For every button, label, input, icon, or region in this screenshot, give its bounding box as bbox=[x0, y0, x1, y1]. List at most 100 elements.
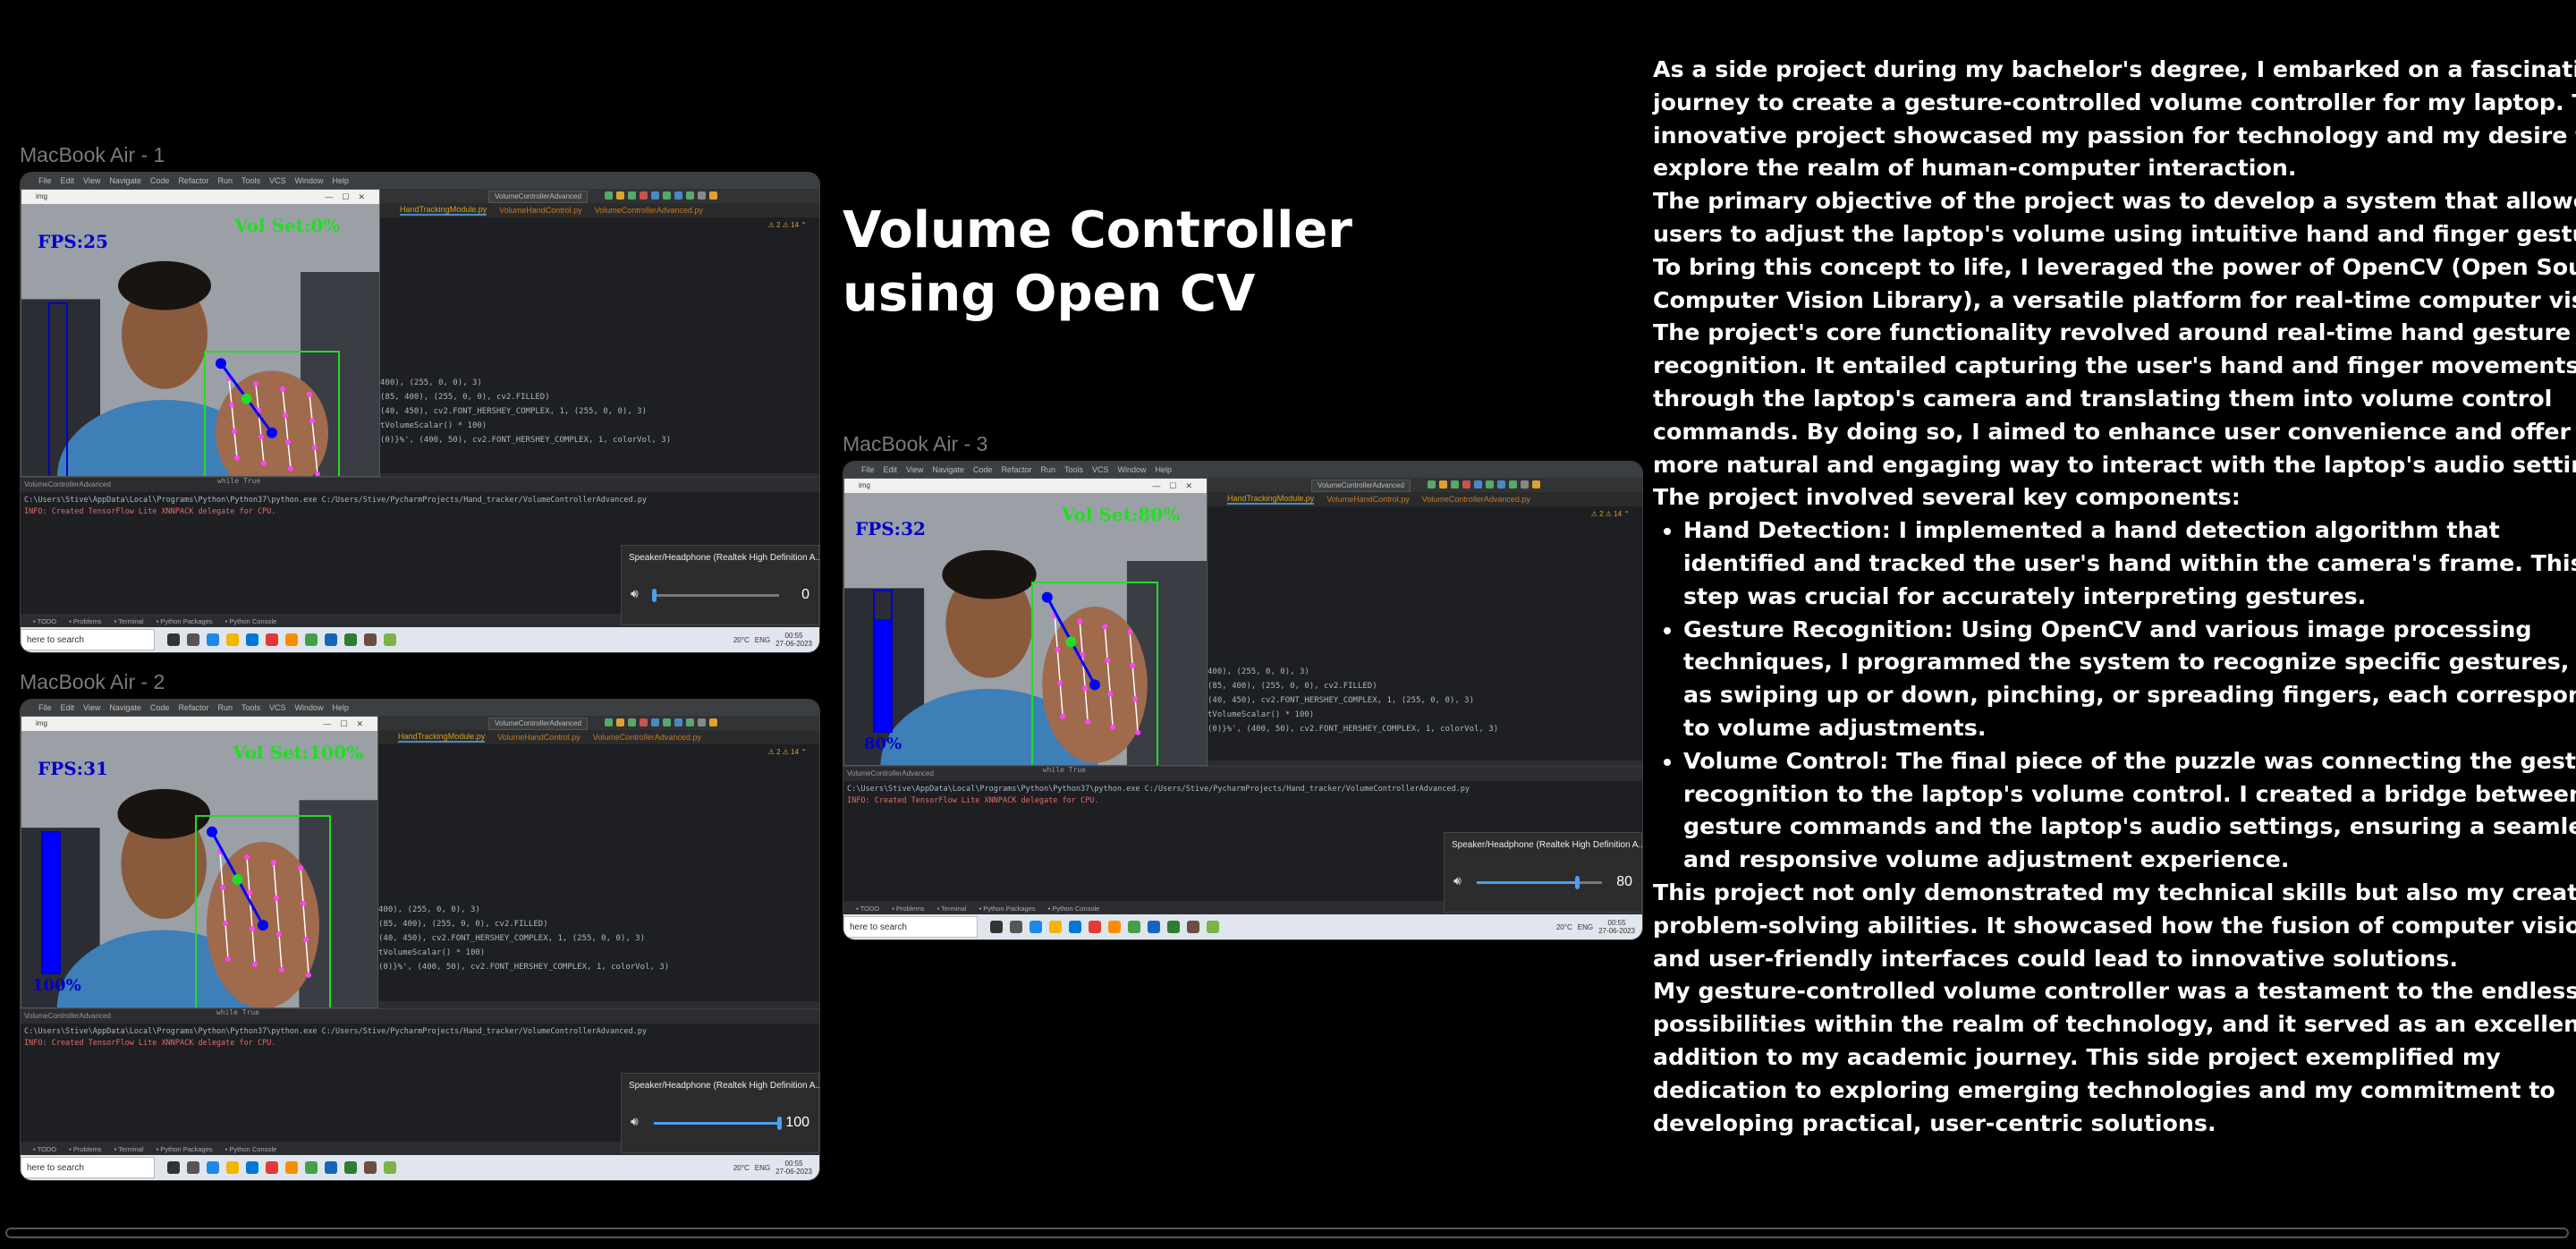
editor-tab[interactable]: VolumeControllerAdvanced.py bbox=[1422, 495, 1530, 504]
toolbar-action-icon[interactable] bbox=[1462, 480, 1470, 489]
menu-item[interactable]: Navigate bbox=[109, 703, 141, 712]
audio-device-name[interactable]: Speaker/Headphone (Realtek High Definiti… bbox=[629, 1081, 819, 1091]
tool-tab[interactable]: ▪ Terminal bbox=[114, 1145, 144, 1153]
volume-slider[interactable] bbox=[654, 1117, 782, 1130]
taskbar-app-icon[interactable] bbox=[246, 1161, 258, 1174]
run-tab[interactable]: VolumeControllerAdvanced bbox=[21, 478, 819, 492]
menu-item[interactable]: Run bbox=[217, 703, 233, 712]
toolbar-action-icon[interactable] bbox=[698, 191, 706, 200]
editor-tab[interactable]: VolumeHandControl.py bbox=[1326, 495, 1410, 504]
toolbar-action-icon[interactable] bbox=[1428, 480, 1436, 489]
language-indicator[interactable]: ENG bbox=[755, 1164, 770, 1172]
toolbar-action-icon[interactable] bbox=[1474, 480, 1482, 489]
camera-window-titlebar[interactable]: img —☐✕ bbox=[844, 479, 1207, 493]
tool-tab[interactable]: ▪ Python Console bbox=[1048, 905, 1100, 913]
taskbar-app-icon[interactable] bbox=[1148, 921, 1160, 933]
toolbar-action-icon[interactable] bbox=[628, 191, 636, 200]
tool-tab[interactable]: ▪ Problems bbox=[892, 905, 924, 913]
menu-item[interactable]: View bbox=[83, 176, 100, 185]
taskbar-app-icon[interactable] bbox=[187, 1161, 199, 1174]
menu-item[interactable]: Edit bbox=[884, 465, 898, 474]
language-indicator[interactable]: ENG bbox=[1578, 923, 1593, 931]
code-editor[interactable]: 400), (255, 0, 0), 3) (85, 400), (255, 0,… bbox=[1206, 506, 1642, 760]
weather-temperature[interactable]: 20°C bbox=[733, 636, 750, 644]
menu-item[interactable]: VCS bbox=[1092, 465, 1109, 474]
editor-tab[interactable]: HandTrackingModule.py bbox=[398, 732, 486, 743]
menu-item[interactable]: VCS bbox=[269, 703, 286, 712]
speaker-icon[interactable]: 🔊︎ bbox=[631, 587, 639, 601]
volume-slider-thumb[interactable] bbox=[777, 1117, 782, 1130]
toolbar-action-icon[interactable] bbox=[709, 191, 717, 200]
taskbar-app-icon[interactable] bbox=[285, 633, 298, 646]
window-controls[interactable]: —☐✕ bbox=[323, 717, 372, 731]
clock[interactable]: 00:55 27-06-2023 bbox=[775, 632, 812, 648]
toolbar-action-icon[interactable] bbox=[674, 718, 682, 726]
toolbar-action-icon[interactable] bbox=[1486, 480, 1494, 489]
tool-tab[interactable]: ▪ Python Packages bbox=[157, 617, 213, 625]
toolbar-action-icon[interactable] bbox=[640, 718, 648, 726]
menu-item[interactable]: File bbox=[38, 176, 52, 185]
menu-item[interactable]: Run bbox=[1040, 465, 1055, 474]
menu-item[interactable]: File bbox=[861, 465, 875, 474]
taskbar-app-icon[interactable] bbox=[1187, 921, 1199, 933]
run-config-select[interactable]: VolumeControllerAdvanced bbox=[488, 191, 588, 203]
taskbar-app-icon[interactable] bbox=[226, 633, 239, 646]
taskbar-app-icon[interactable] bbox=[384, 633, 396, 646]
toolbar-action-icon[interactable] bbox=[628, 718, 636, 726]
toolbar-action-icon[interactable] bbox=[663, 718, 671, 726]
menu-item[interactable]: Refactor bbox=[1001, 465, 1031, 474]
toolbar-action-icon[interactable] bbox=[698, 718, 706, 726]
camera-window-titlebar[interactable]: img —☐✕ bbox=[21, 190, 379, 204]
menu-item[interactable]: Tools bbox=[1064, 465, 1083, 474]
taskbar-search[interactable]: here to search bbox=[21, 629, 155, 650]
taskbar-app-icon[interactable] bbox=[1108, 921, 1121, 933]
taskbar-app-icon[interactable] bbox=[1089, 921, 1101, 933]
menu-item[interactable]: Help bbox=[333, 703, 350, 712]
volume-slider[interactable] bbox=[652, 589, 779, 602]
menu-item[interactable]: Tools bbox=[242, 703, 260, 712]
editor-tab[interactable]: VolumeHandControl.py bbox=[497, 733, 580, 742]
toolbar-action-icon[interactable] bbox=[1451, 480, 1459, 489]
clock[interactable]: 00:55 27-06-2023 bbox=[1598, 919, 1635, 935]
speaker-icon[interactable]: 🔊︎ bbox=[631, 1115, 639, 1129]
tool-tab[interactable]: ▪ Problems bbox=[69, 617, 101, 625]
toolbar-action-icon[interactable] bbox=[605, 718, 613, 726]
tool-tab[interactable]: ▪ Python Packages bbox=[157, 1145, 213, 1153]
code-editor[interactable]: 400), (255, 0, 0), 3) (85, 400), (255, 0,… bbox=[378, 217, 819, 473]
editor-tab[interactable]: HandTrackingModule.py bbox=[1227, 494, 1315, 505]
taskbar-app-icon[interactable] bbox=[364, 1161, 377, 1174]
tool-tab[interactable]: ▪ Python Console bbox=[225, 617, 277, 625]
camera-window-titlebar[interactable]: img —☐✕ bbox=[21, 717, 377, 731]
audio-device-name[interactable]: Speaker/Headphone (Realtek High Definiti… bbox=[1452, 840, 1642, 850]
menu-item[interactable]: Code bbox=[150, 703, 170, 712]
taskbar-app-icon[interactable] bbox=[207, 633, 219, 646]
toolbar-action-icon[interactable] bbox=[651, 191, 659, 200]
toolbar-action-icon[interactable] bbox=[616, 191, 624, 200]
menu-item[interactable]: Refactor bbox=[178, 703, 208, 712]
inspection-warnings[interactable]: ⚠ 2 ⚠ 14 ⌃ bbox=[1591, 510, 1630, 518]
toolbar-action-icon[interactable] bbox=[1509, 480, 1517, 489]
taskbar-app-icon[interactable] bbox=[305, 1161, 318, 1174]
taskbar-app-icon[interactable] bbox=[1167, 921, 1180, 933]
tool-tab[interactable]: ▪ Terminal bbox=[114, 617, 144, 625]
toolbar-action-icon[interactable] bbox=[1439, 480, 1447, 489]
taskbar-app-icon[interactable] bbox=[1049, 921, 1062, 933]
clock[interactable]: 00:55 27-06-2023 bbox=[775, 1160, 812, 1176]
tool-tab[interactable]: ▪ TODO bbox=[856, 905, 879, 913]
menu-item[interactable]: Run bbox=[217, 176, 233, 185]
taskbar-app-icon[interactable] bbox=[266, 633, 278, 646]
taskbar-search[interactable]: here to search bbox=[843, 916, 978, 938]
taskbar-app-icon[interactable] bbox=[1030, 921, 1042, 933]
editor-tab[interactable]: VolumeHandControl.py bbox=[499, 206, 582, 215]
toolbar-action-icon[interactable] bbox=[651, 718, 659, 726]
menu-item[interactable]: Window bbox=[295, 703, 324, 712]
toolbar-action-icon[interactable] bbox=[674, 191, 682, 200]
run-tab[interactable]: VolumeControllerAdvanced bbox=[21, 1009, 819, 1024]
run-config-select[interactable]: VolumeControllerAdvanced bbox=[1311, 480, 1411, 492]
language-indicator[interactable]: ENG bbox=[755, 636, 770, 644]
volume-slider-thumb[interactable] bbox=[652, 589, 657, 602]
audio-device-name[interactable]: Speaker/Headphone (Realtek High Definiti… bbox=[629, 553, 819, 563]
volume-slider[interactable] bbox=[1477, 876, 1602, 889]
menu-item[interactable]: Refactor bbox=[178, 176, 208, 185]
menu-item[interactable]: Navigate bbox=[932, 465, 964, 474]
